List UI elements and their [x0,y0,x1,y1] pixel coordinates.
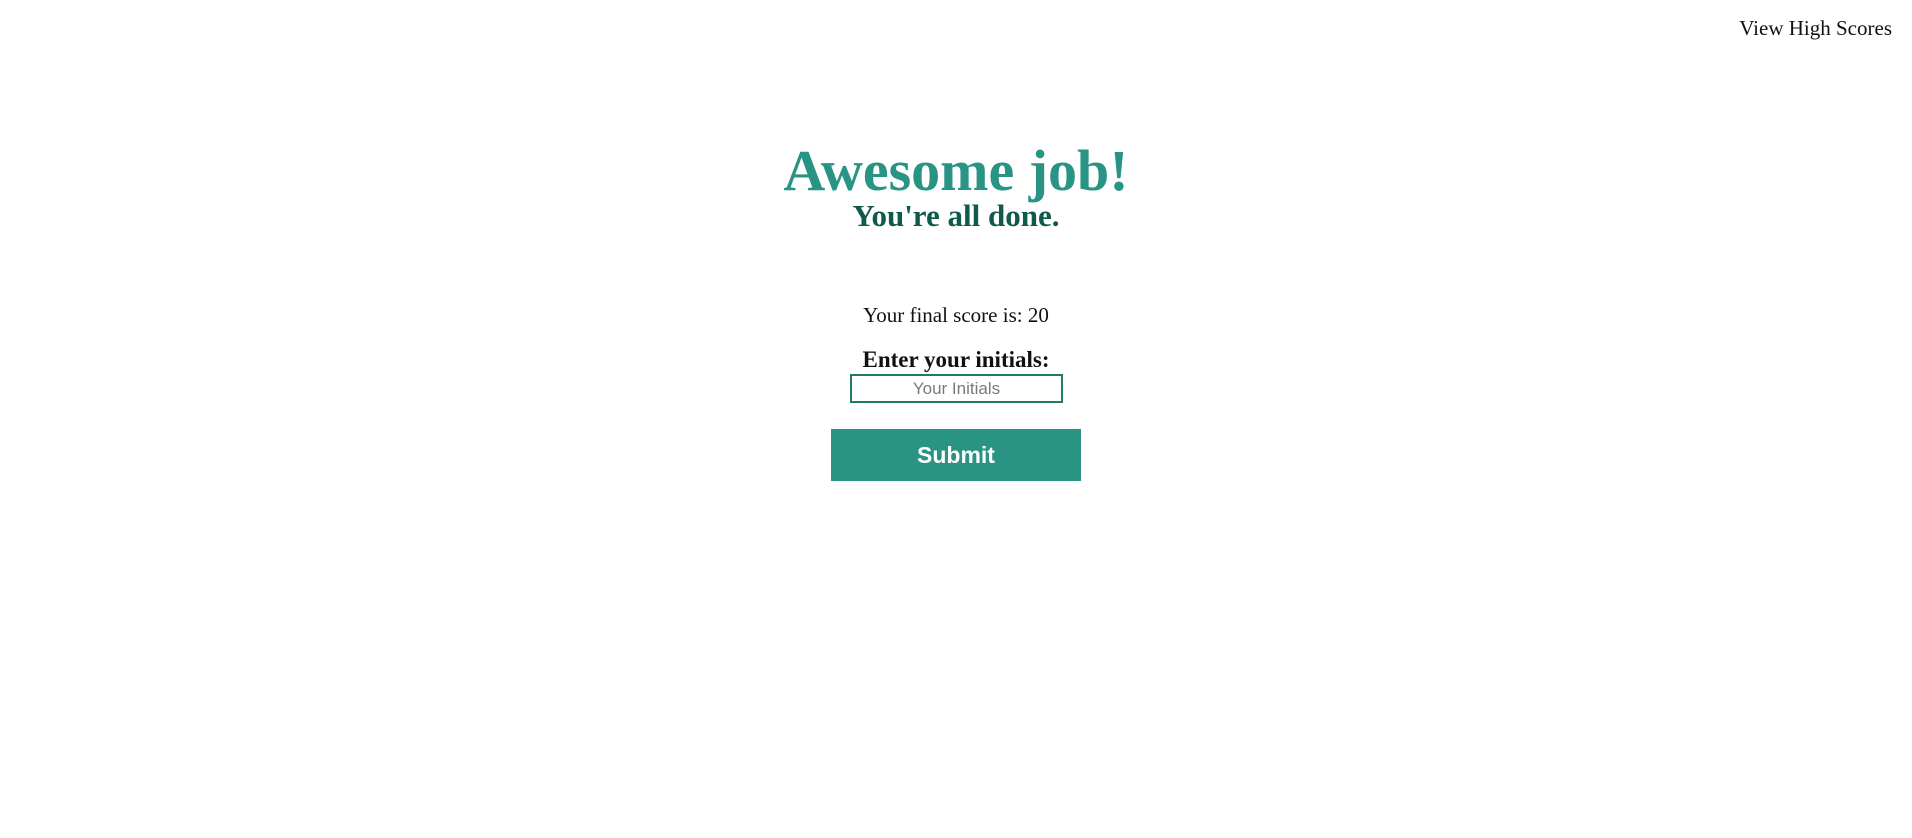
view-high-scores-link[interactable]: View High Scores [1739,16,1892,41]
submit-button[interactable]: Submit [831,429,1081,481]
completion-heading: Awesome job! [783,138,1129,203]
final-score-text: Your final score is: 20 [863,303,1049,327]
completion-subheading: You're all done. [852,198,1060,233]
initials-input[interactable] [850,374,1063,403]
initials-label: Enter your initials: [862,347,1050,372]
